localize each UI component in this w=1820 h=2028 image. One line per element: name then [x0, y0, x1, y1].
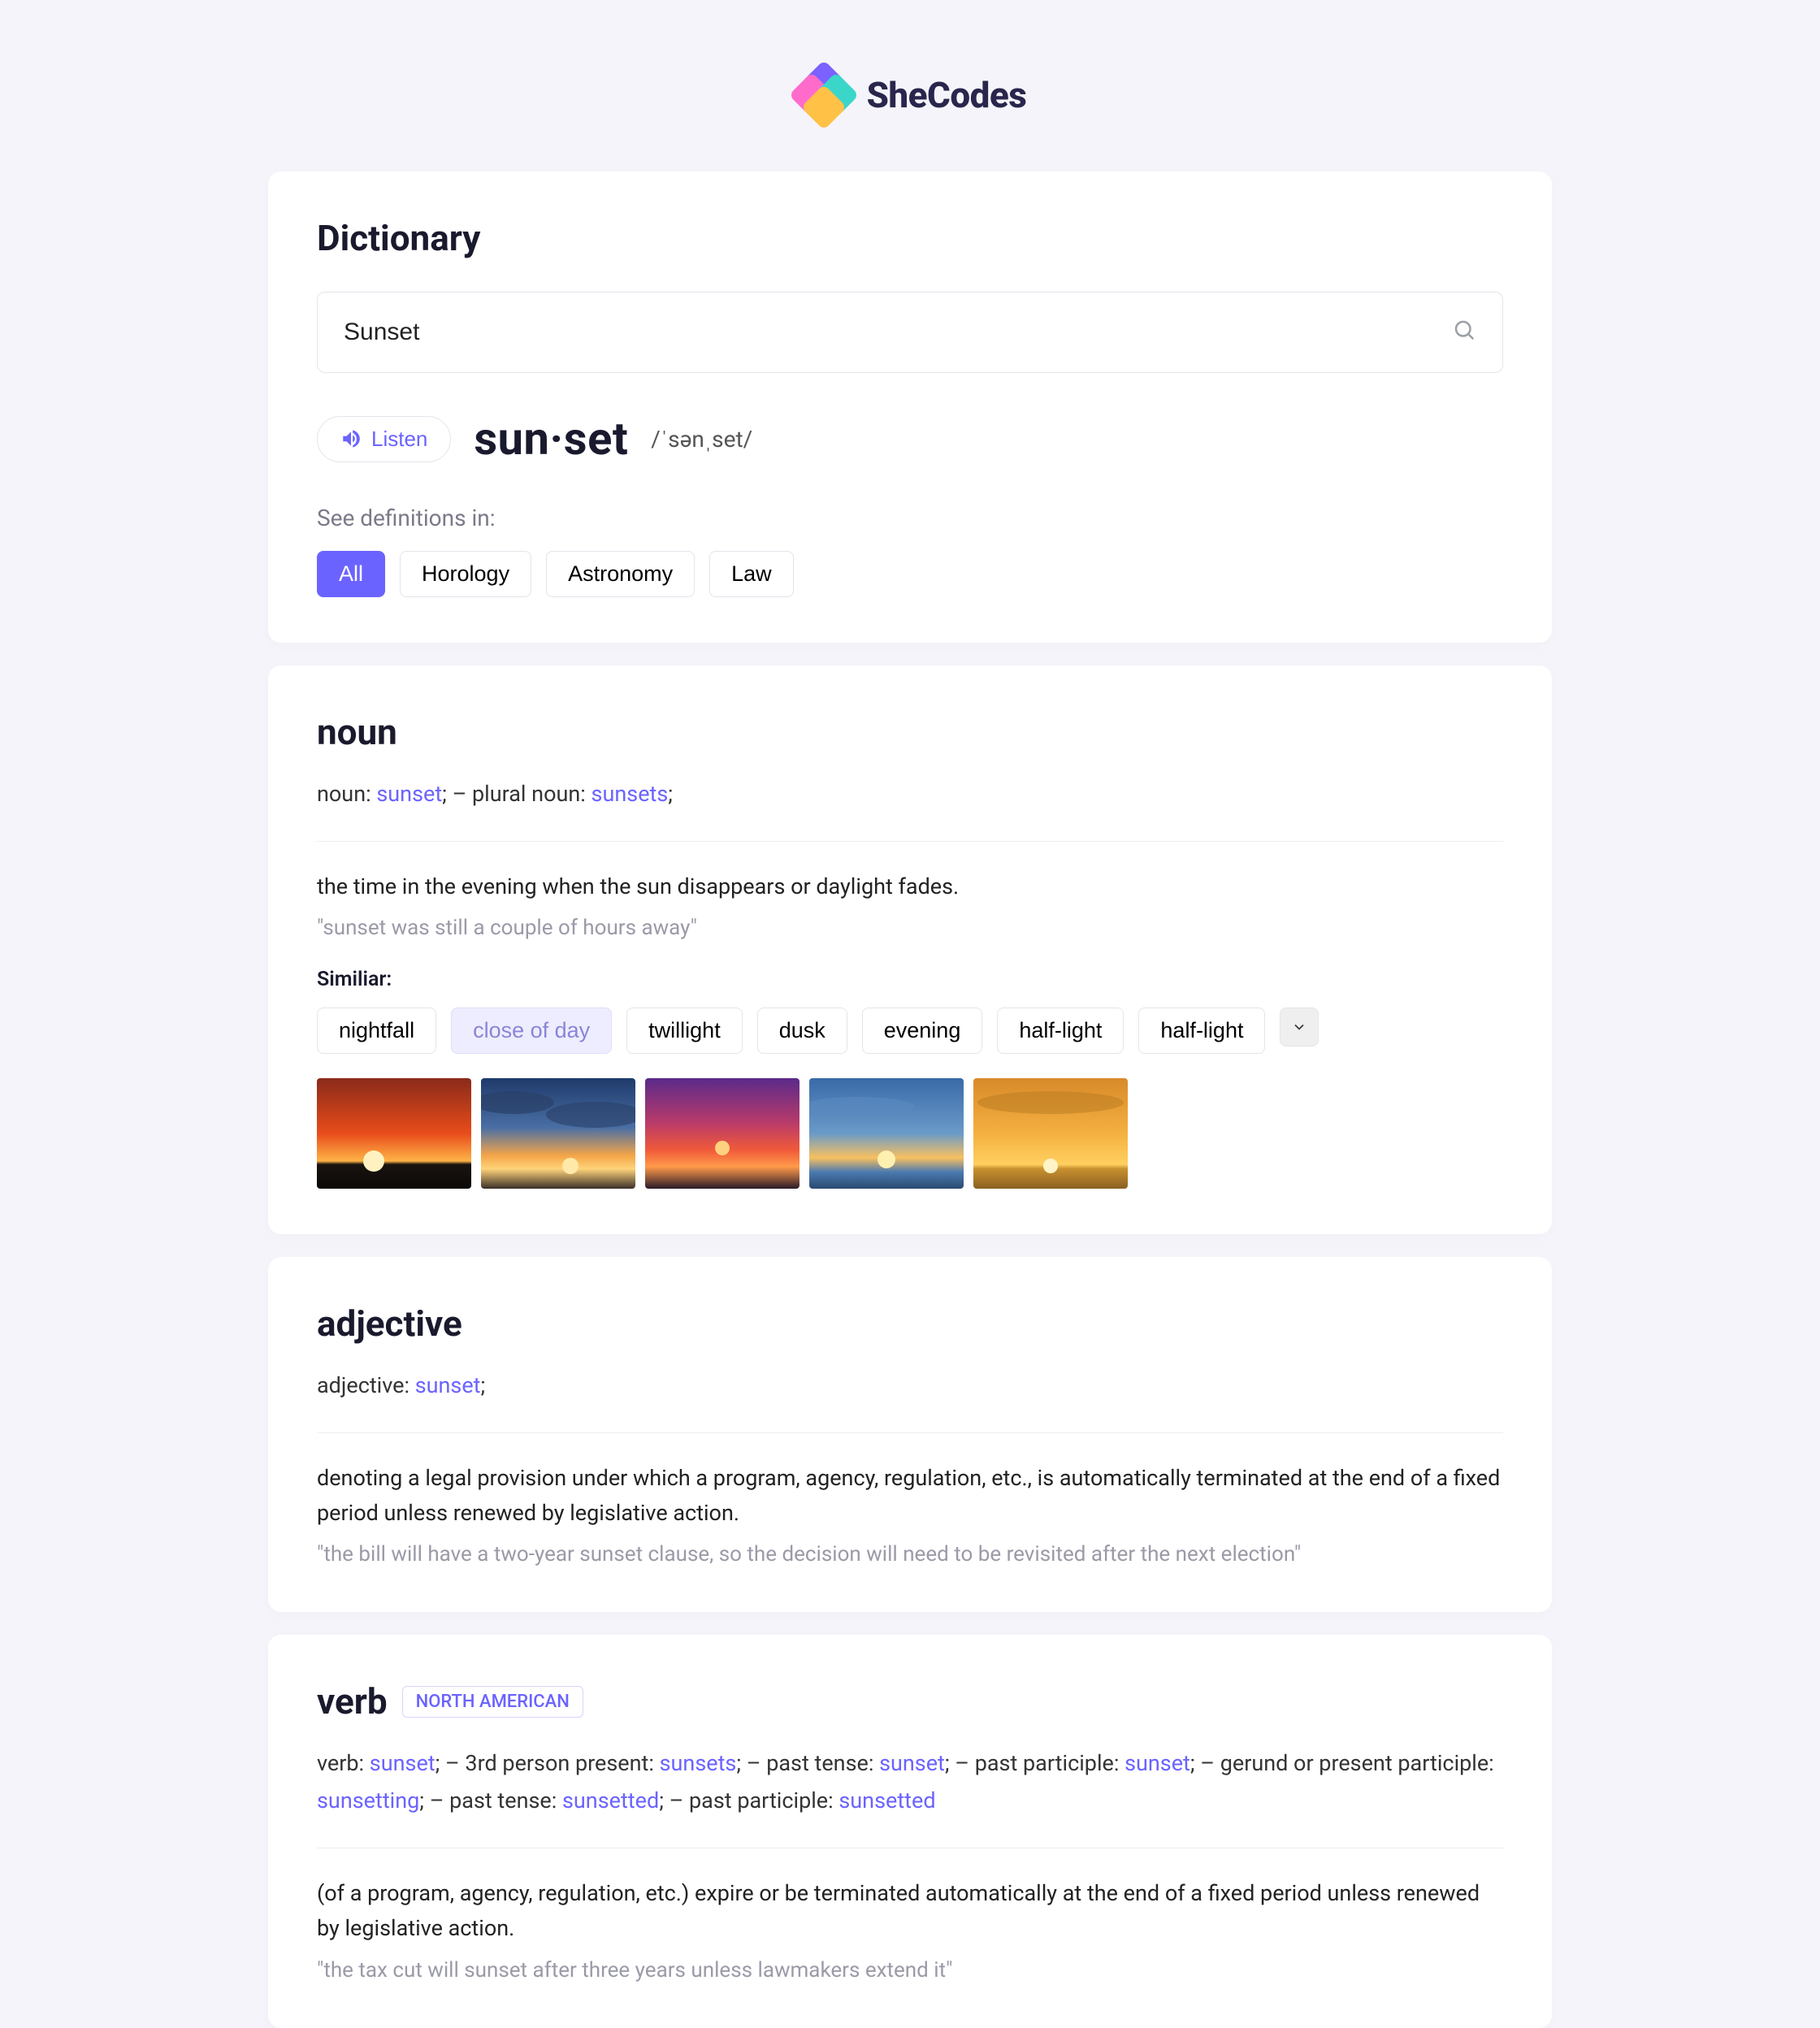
noun-example: "sunset was still a couple of hours away… — [317, 916, 1503, 940]
headword: sun·set — [474, 412, 628, 466]
similar-chip[interactable]: twillight — [626, 1008, 743, 1054]
adjective-definition: denoting a legal provision under which a… — [317, 1461, 1503, 1531]
chevron-down-icon — [1291, 1019, 1307, 1035]
page-title: Dictionary — [317, 217, 1503, 259]
speaker-icon — [340, 428, 362, 449]
sunset-image[interactable] — [317, 1078, 471, 1189]
verb-forms: verb: sunset; – 3rd person present: suns… — [317, 1745, 1503, 1848]
adjective-example: "the bill will have a two-year sunset cl… — [317, 1542, 1503, 1566]
category-chip[interactable]: Law — [709, 551, 794, 597]
sunset-image[interactable] — [645, 1078, 800, 1189]
logo[interactable]: SheCodes — [268, 65, 1552, 131]
adjective-card: adjective adjective: sunset; denoting a … — [268, 1257, 1552, 1612]
phonetic: /ˈsənˌset/ — [651, 426, 752, 453]
noun-definition: the time in the evening when the sun dis… — [317, 869, 1503, 904]
listen-label: Listen — [371, 427, 427, 452]
similar-chip[interactable]: half-light — [1138, 1008, 1265, 1054]
listen-button[interactable]: Listen — [317, 416, 451, 462]
region-tag: NORTH AMERICAN — [402, 1686, 583, 1718]
pos-title-adjective: adjective — [317, 1302, 1503, 1345]
noun-forms: noun: sunset; – plural noun: sunsets; — [317, 776, 1503, 842]
search-box[interactable] — [317, 292, 1503, 373]
similar-chip[interactable]: close of day — [451, 1008, 612, 1054]
verb-definition: (of a program, agency, regulation, etc.)… — [317, 1876, 1503, 1946]
verb-card: verb NORTH AMERICAN verb: sunset; – 3rd … — [268, 1635, 1552, 2027]
category-chip[interactable]: Horology — [400, 551, 531, 597]
similar-chip[interactable]: nightfall — [317, 1008, 436, 1054]
pos-title-noun: noun — [317, 711, 1503, 753]
similar-chip[interactable]: half-light — [997, 1008, 1124, 1054]
brand-name: SheCodes — [867, 74, 1027, 116]
search-input[interactable] — [344, 318, 1452, 346]
pos-title-verb: verb — [317, 1680, 388, 1722]
sunset-image[interactable] — [481, 1078, 635, 1189]
image-row — [317, 1078, 1503, 1189]
noun-card: noun noun: sunset; – plural noun: sunset… — [268, 665, 1552, 1234]
expand-similar-button[interactable] — [1280, 1008, 1319, 1046]
logo-icon — [794, 65, 854, 125]
definitions-in-label: See definitions in: — [317, 505, 1503, 531]
adjective-forms: adjective: sunset; — [317, 1367, 1503, 1433]
similar-label: Similiar: — [317, 968, 1503, 991]
verb-example: "the tax cut will sunset after three yea… — [317, 1958, 1503, 1982]
category-chip[interactable]: Astronomy — [546, 551, 695, 597]
sunset-image[interactable] — [809, 1078, 964, 1189]
category-row: All Horology Astronomy Law — [317, 551, 1503, 597]
similar-chip[interactable]: evening — [862, 1008, 983, 1054]
category-chip[interactable]: All — [317, 551, 385, 597]
similar-chip[interactable]: dusk — [757, 1008, 847, 1054]
search-card: Dictionary Listen sun·set /ˈsənˌset/ See… — [268, 171, 1552, 643]
similar-row: nightfall close of day twillight dusk evenin… — [317, 1008, 1503, 1054]
sunset-image[interactable] — [973, 1078, 1128, 1189]
search-icon[interactable] — [1452, 318, 1476, 348]
